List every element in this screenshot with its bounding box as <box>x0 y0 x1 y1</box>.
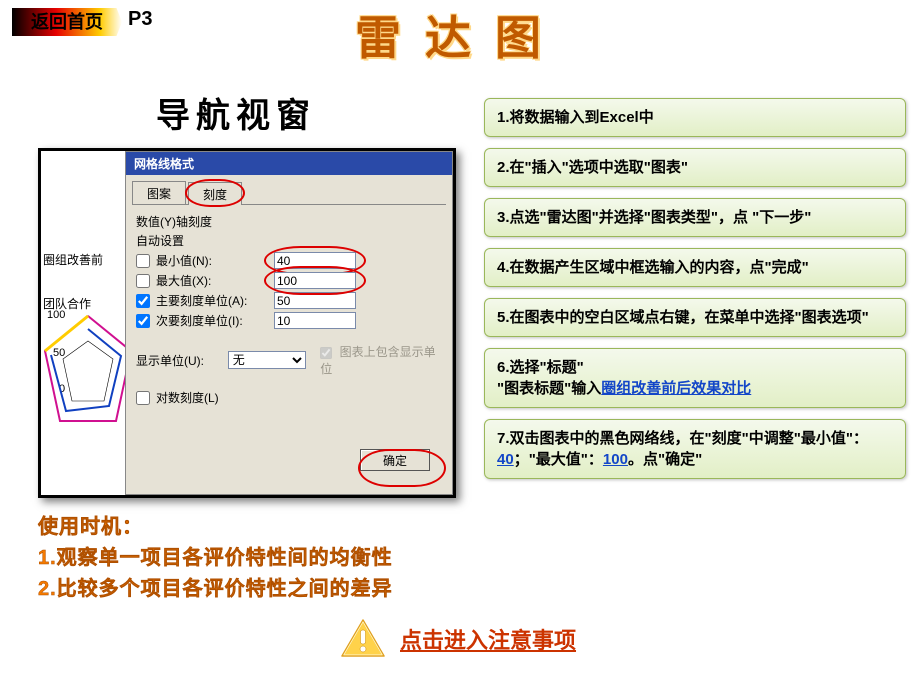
minor-auto-checkbox[interactable] <box>136 314 150 328</box>
step-7-mid: ；"最大值"： <box>514 451 603 468</box>
row-min: 最小值(N): <box>136 252 442 269</box>
major-input[interactable] <box>274 292 356 309</box>
section-auto-label: 自动设置 <box>136 232 442 249</box>
display-unit-hint: 图表上包含显示单位 <box>320 343 442 377</box>
step-3[interactable]: 3.点选"雷达图"并选择"图表类型"，点 "下一步" <box>484 198 906 237</box>
step-2[interactable]: 2.在"插入"选项中选取"图表" <box>484 148 906 187</box>
usage-title: 使用时机： <box>38 510 393 539</box>
notice-text: 点击进入注意事项 <box>400 623 576 655</box>
usage-line-1: 1.观察单一项目各评价特性间的均衡性 <box>38 541 393 570</box>
minor-label: 次要刻度单位(I): <box>156 312 274 329</box>
max-label: 最大值(X): <box>156 272 274 289</box>
min-label: 最小值(N): <box>156 252 274 269</box>
step-6[interactable]: 6.选择"标题" "图表标题"输入圈组改善前后效果对比 <box>484 348 906 408</box>
step-7-val1: 40 <box>497 451 514 468</box>
row-display-unit: 显示单位(U): 无 图表上包含显示单位 <box>136 343 442 377</box>
dialog-title: 网格线格式 <box>126 152 452 175</box>
page-title: 雷达图 <box>0 2 920 68</box>
row-major: 主要刻度单位(A): <box>136 292 442 309</box>
usage-section: 使用时机： 1.观察单一项目各评价特性间的均衡性 2.比较多个项目各评价特性之间… <box>38 510 393 601</box>
minor-input[interactable] <box>274 312 356 329</box>
step-6-prefix: "图表标题"输入 <box>497 380 601 397</box>
dialog-tabs: 图案 刻度 <box>132 181 446 205</box>
major-auto-checkbox[interactable] <box>136 294 150 308</box>
major-label: 主要刻度单位(A): <box>156 292 274 309</box>
warning-icon <box>340 618 386 660</box>
min-input[interactable] <box>274 252 356 269</box>
notice-link[interactable]: 点击进入注意事项 <box>340 618 576 660</box>
show-unit-checkbox <box>320 347 332 359</box>
ok-button[interactable]: 确定 <box>360 449 430 471</box>
step-7-prefix: 7.双击图表中的黑色网络线，在"刻度"中调整"最小值"： <box>497 430 868 447</box>
steps-list: 1.将数据输入到Excel中 2.在"插入"选项中选取"图表" 3.点选"雷达图… <box>484 98 906 490</box>
tab-pattern[interactable]: 图案 <box>132 181 186 204</box>
section-axis-label: 数值(Y)轴刻度 <box>136 213 442 230</box>
min-auto-checkbox[interactable] <box>136 254 150 268</box>
step-4[interactable]: 4.在数据产生区域中框选输入的内容，点"完成" <box>484 248 906 287</box>
step-7[interactable]: 7.双击图表中的黑色网络线，在"刻度"中调整"最小值"： 40；"最大值"：100… <box>484 419 906 479</box>
step-5[interactable]: 5.在图表中的空白区域点右键，在菜单中选择"图表选项" <box>484 298 906 337</box>
display-unit-select[interactable]: 无 <box>228 351 306 369</box>
row-log: 对数刻度(L) <box>136 389 442 406</box>
nav-subtitle: 导航视窗 <box>156 88 316 137</box>
step-7-suffix: 。点"确定" <box>628 451 702 468</box>
usage-line-2: 2.比较多个项目各评价特性之间的差异 <box>38 572 393 601</box>
step-7-val2: 100 <box>603 451 628 468</box>
max-auto-checkbox[interactable] <box>136 274 150 288</box>
log-scale-label: 对数刻度(L) <box>156 389 219 406</box>
row-max: 最大值(X): <box>136 272 442 289</box>
step-1[interactable]: 1.将数据输入到Excel中 <box>484 98 906 137</box>
ok-highlight: 确定 <box>362 453 444 485</box>
radar-preview: 圈组改善前 团队合作 100 50 0 <box>41 151 136 495</box>
radar-label-1: 圈组改善前 <box>43 251 103 268</box>
dialog-screenshot: 圈组改善前 团队合作 100 50 0 网格线格式 图案 刻度 数值(Y)轴刻度… <box>38 148 456 498</box>
row-minor: 次要刻度单位(I): <box>136 312 442 329</box>
radar-chart-icon <box>41 311 136 441</box>
log-scale-checkbox[interactable] <box>136 391 150 405</box>
tab-scale[interactable]: 刻度 <box>188 182 242 205</box>
display-unit-label: 显示单位(U): <box>136 352 228 369</box>
step-6-link[interactable]: 圈组改善前后效果对比 <box>601 380 751 397</box>
max-input[interactable] <box>274 272 356 289</box>
gridline-format-dialog: 网格线格式 图案 刻度 数值(Y)轴刻度 自动设置 最小值(N): 最大值(X)… <box>125 151 453 495</box>
step-6-line1: 6.选择"标题" <box>497 359 584 376</box>
